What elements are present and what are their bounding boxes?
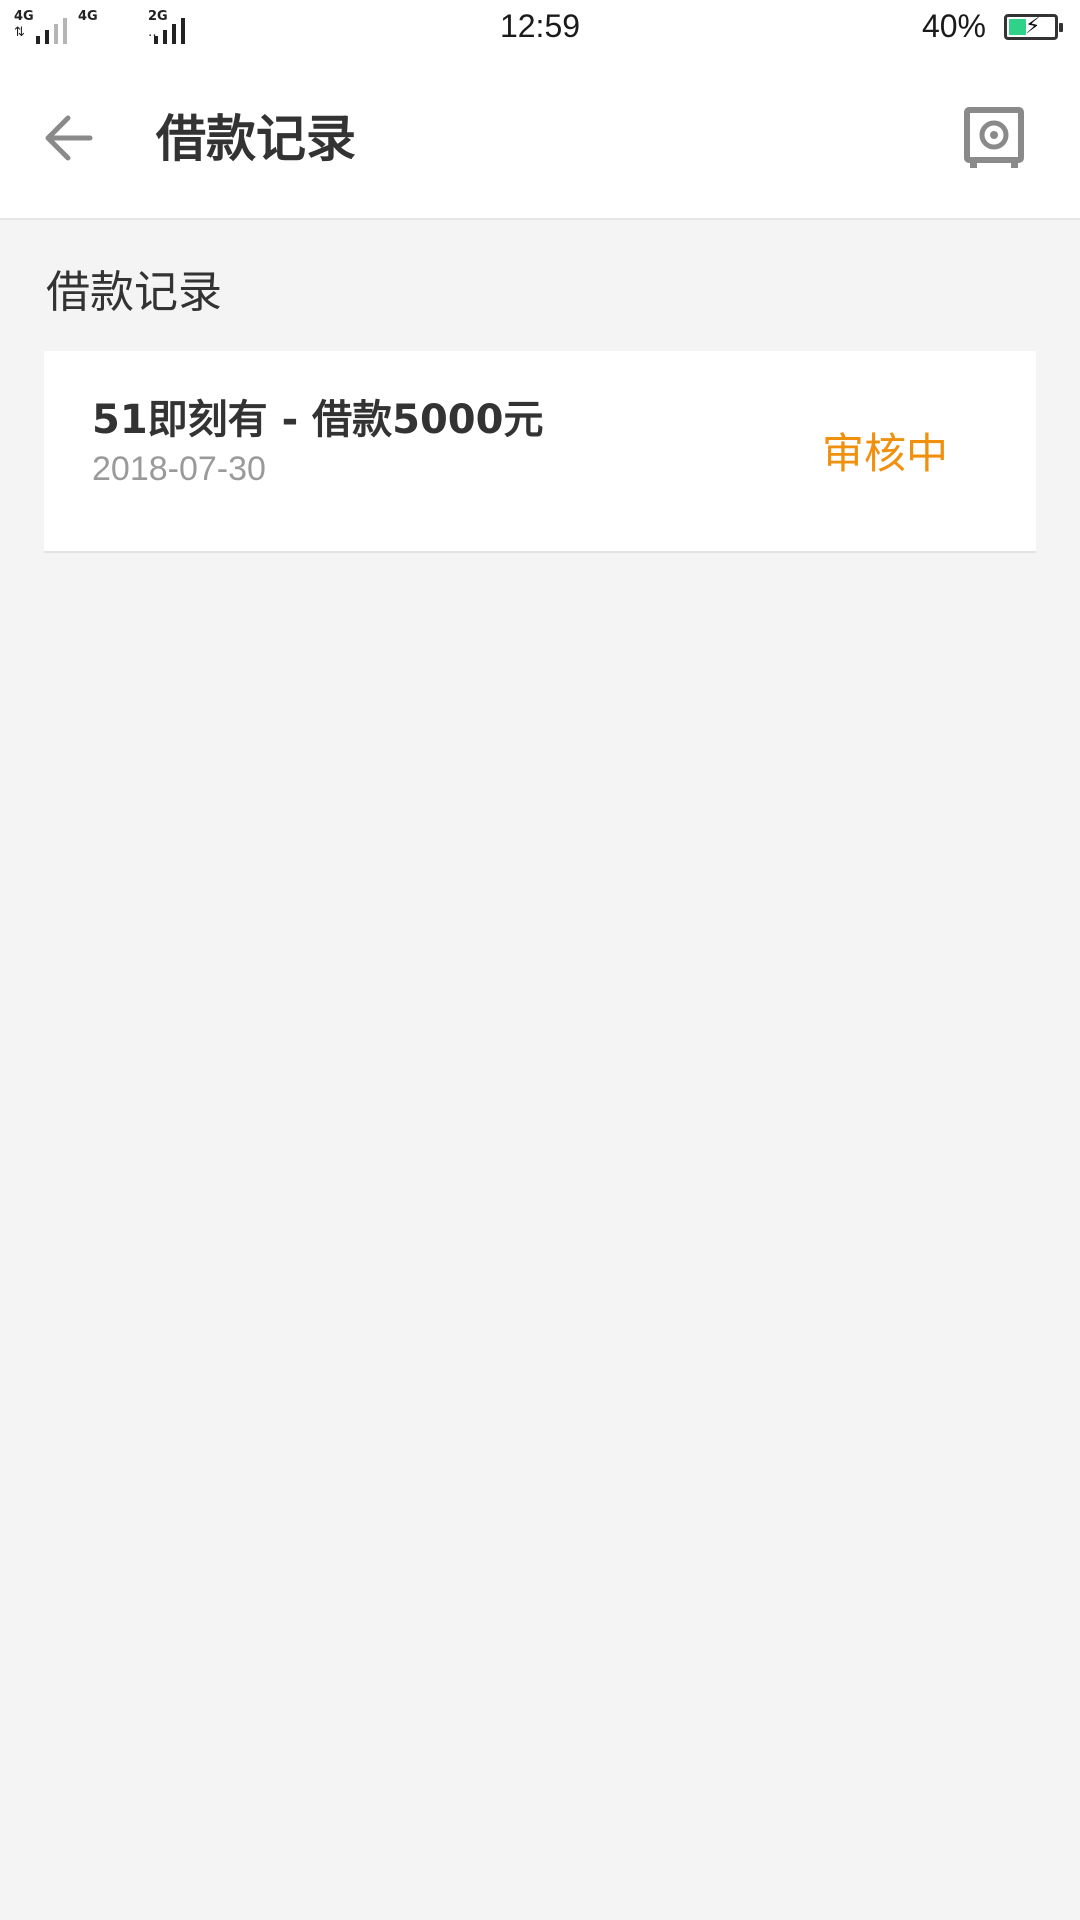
page-title: 借款记录 bbox=[156, 110, 356, 168]
battery-charging-icon: ⚡ bbox=[1004, 14, 1063, 40]
app-header: 借款记录 bbox=[0, 58, 1080, 220]
safe-icon bbox=[964, 107, 1024, 168]
loan-record-title: 51即刻有 - 借款5000元 bbox=[92, 397, 544, 443]
battery-percent: 40% bbox=[921, 8, 986, 44]
loan-record-status: 审核中 bbox=[821, 429, 948, 478]
safe-button[interactable] bbox=[962, 106, 1030, 174]
loan-record-date: 2018-07-30 bbox=[92, 450, 266, 488]
section-title: 借款记录 bbox=[46, 267, 222, 318]
loan-record-item[interactable]: 51即刻有 - 借款5000元 2018-07-30 审核中 bbox=[44, 351, 1036, 553]
status-time: 12:59 bbox=[499, 8, 581, 44]
charging-bolt-icon: ⚡ bbox=[1025, 14, 1041, 39]
battery-fill bbox=[1009, 19, 1027, 35]
back-button[interactable] bbox=[36, 102, 108, 174]
arrow-left-icon bbox=[45, 115, 93, 161]
status-bar: 4G ⇅ 4G 2G ‥ 12:59 40% ⚡ bbox=[0, 0, 1080, 58]
